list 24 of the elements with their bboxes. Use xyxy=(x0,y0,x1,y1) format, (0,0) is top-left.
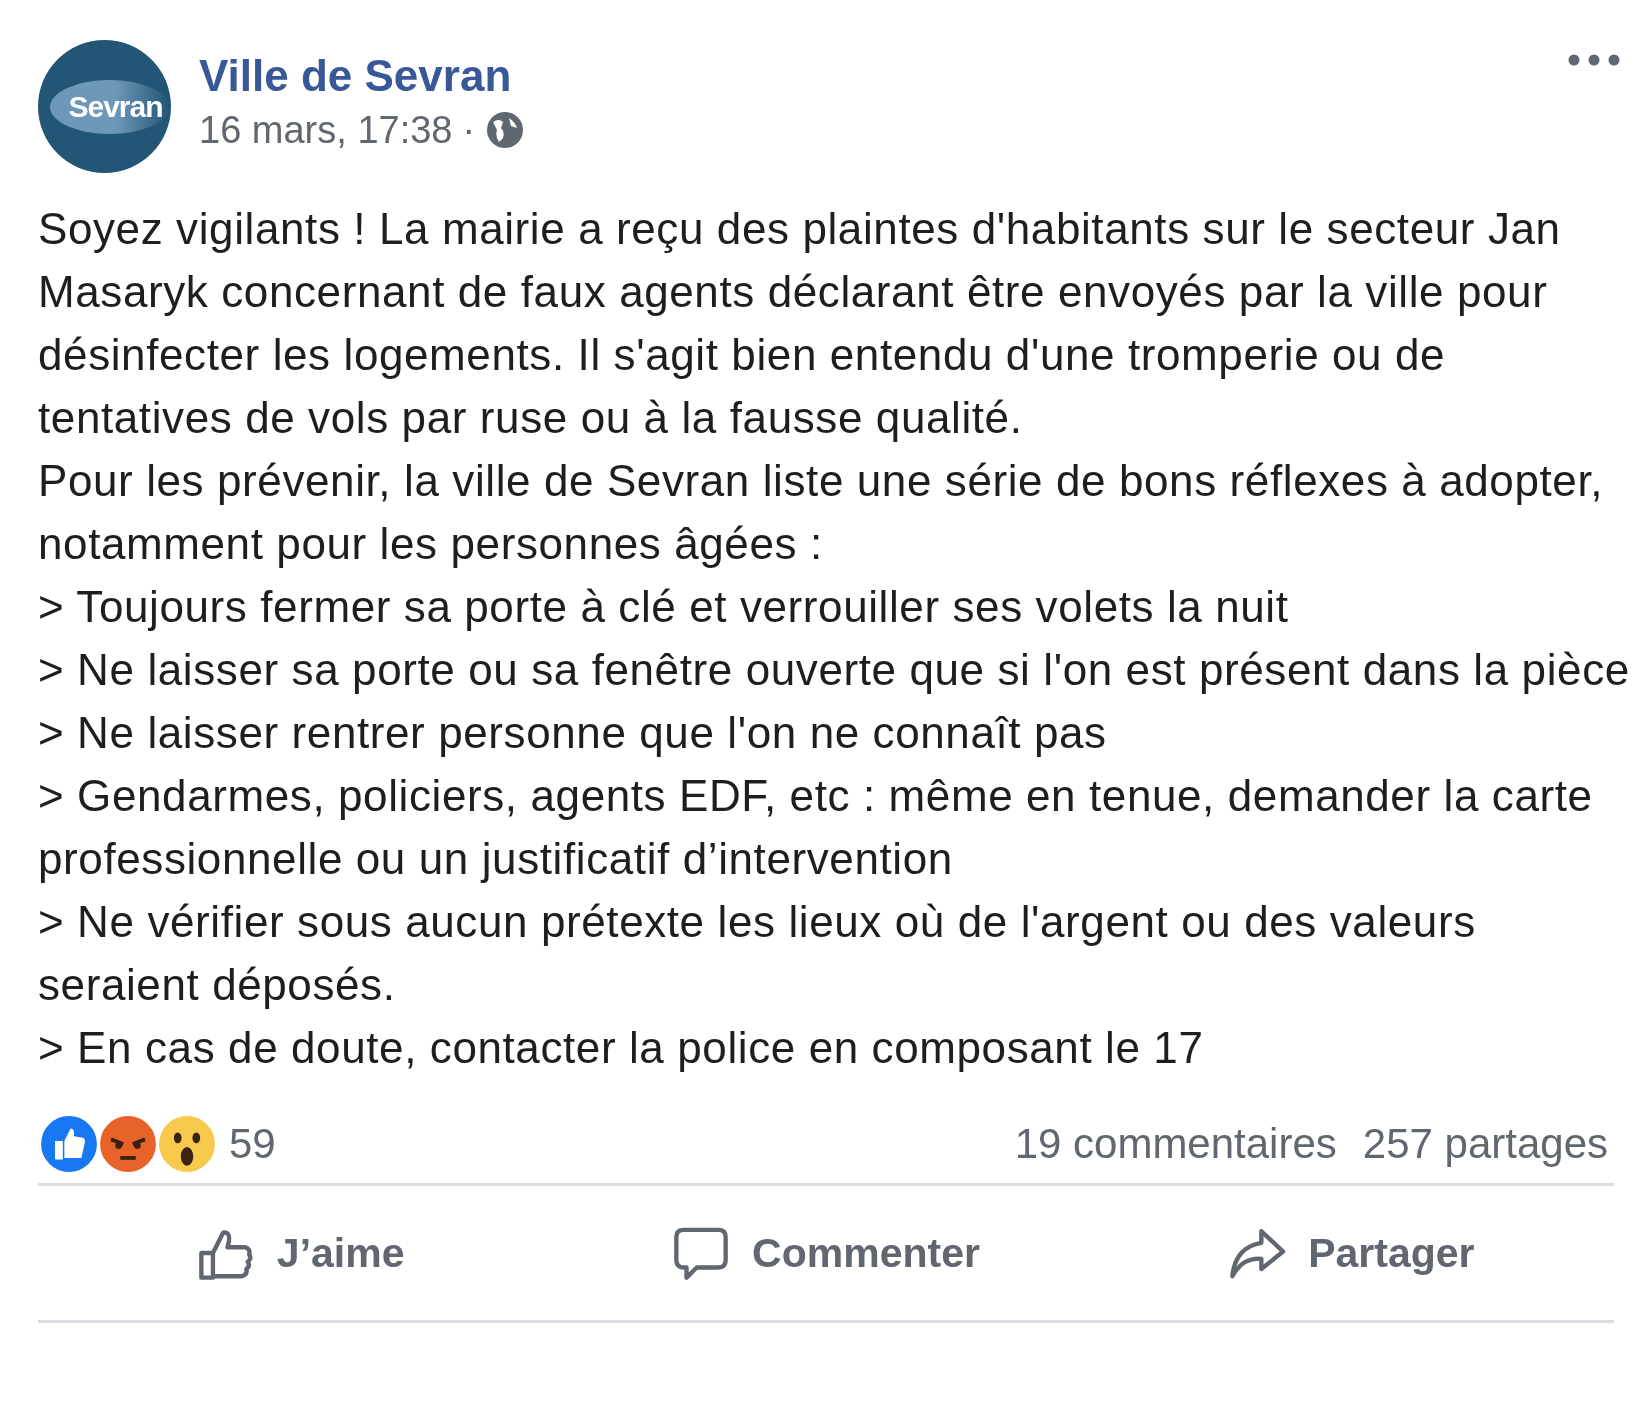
avatar[interactable]: Sevran xyxy=(38,40,171,173)
post-paragraph: > Ne vérifier sous aucun prétexte les lieux où de l'argent ou des valeurs seraient déposés. xyxy=(38,896,1477,1011)
post-paragraph: > Ne laisser rentrer personne que l'on ne connaît pas xyxy=(38,707,1108,759)
wow-reaction-icon[interactable] xyxy=(156,1113,218,1175)
post-paragraph: > En cas de doute, contacter la police en composant le 17 xyxy=(38,1022,1205,1074)
comments-count-link[interactable]: 19 commentaires xyxy=(1014,1120,1337,1168)
post-paragraph: > Ne laisser sa porte ou sa fenêtre ouverte que si l'on est présent dans la pièce xyxy=(38,644,1631,696)
author-link[interactable]: Ville de Sevran xyxy=(199,48,526,104)
separator: · xyxy=(462,108,476,152)
post-paragraph: Soyez vigilants ! La mairie a reçu des plaintes d'habitants sur le secteur Jan Masaryk concernant de faux agents déclarant être envoyés par la ville pour désinfecter les logements. Il s'agit bien entendu d'une tromperie ou de tentatives de vols par ruse ou à la fausse qualité. xyxy=(38,203,1562,444)
more-options-icon[interactable] xyxy=(1568,54,1620,66)
post-paragraph: > Toujours fermer sa porte à clé et verrouiller ses volets la nuit xyxy=(38,581,1290,633)
comment-button[interactable]: Commenter xyxy=(563,1186,1089,1320)
logo-text: Sevran xyxy=(50,79,169,134)
shares-count-link[interactable]: 257 partages xyxy=(1362,1120,1608,1168)
post-paragraph: > Gendarmes, policiers, agents EDF, etc : même en tenue, demander la carte professionnelle ou un justificatif d’intervention xyxy=(38,770,1594,885)
post-paragraph: Pour les prévenir, la ville de Sevran liste une série de bons réflexes à adopter, notamment pour les personnes âgées : xyxy=(38,455,1605,570)
globe-icon xyxy=(485,110,526,150)
like-button[interactable]: J’aime xyxy=(38,1186,564,1320)
reaction-count[interactable]: 59 xyxy=(229,1120,276,1168)
share-button[interactable]: Partager xyxy=(1088,1186,1614,1320)
angry-reaction-icon[interactable] xyxy=(97,1113,159,1175)
timestamp-link[interactable]: 16 mars, 17:38 xyxy=(199,106,453,154)
like-reaction-icon[interactable] xyxy=(38,1113,100,1175)
